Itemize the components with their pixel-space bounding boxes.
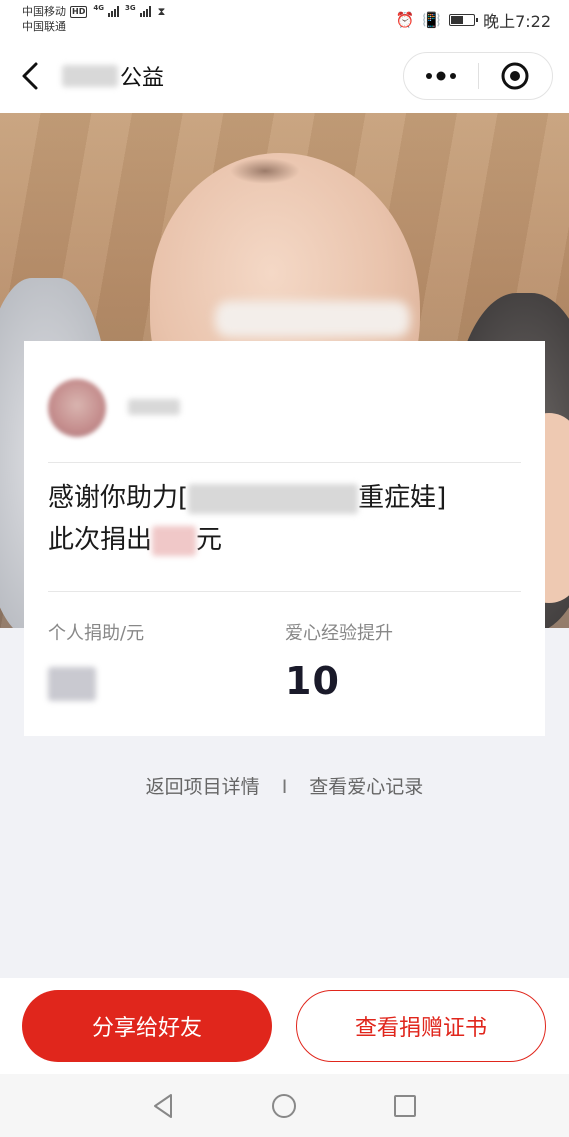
close-mini-program-button[interactable]	[479, 53, 553, 99]
battery-level	[451, 16, 464, 24]
donation-suffix: 元	[196, 525, 223, 555]
hd-badge: HD	[70, 5, 88, 18]
love-exp-value: 10	[285, 659, 340, 703]
redacted-project-name	[188, 483, 359, 514]
page-title-suffix: 公益	[120, 66, 165, 91]
status-bar: 中国移动 HD 4G 3G ⧗ 中国联通 ⏰ 📳 晚上7:22	[0, 0, 569, 40]
back-triangle-icon[interactable]	[149, 1092, 177, 1120]
divider	[48, 462, 521, 463]
carrier-2-name: 中国联通	[22, 20, 66, 33]
nav-bar: 公益	[0, 40, 569, 113]
clock: 晚上7:22	[483, 12, 551, 31]
signal-icon	[139, 6, 151, 17]
more-menu-button[interactable]	[404, 53, 478, 99]
redacted-amount	[152, 525, 197, 556]
network-type-1: 4G	[93, 4, 104, 12]
view-certificate-button[interactable]: 查看捐赠证书	[296, 990, 546, 1062]
hourglass-icon: ⧗	[157, 5, 166, 18]
target-circle-icon	[501, 62, 529, 90]
divider	[48, 591, 521, 592]
more-dots-icon	[425, 71, 456, 81]
network-type-2: 3G	[124, 4, 136, 12]
home-circle-icon[interactable]	[270, 1092, 298, 1120]
vibrate-icon: 📳	[422, 11, 442, 29]
page-title: 公益	[62, 60, 164, 92]
donation-prefix: 此次捐出	[48, 525, 153, 555]
thanks-message: 感谢你助力[ 重症娃] 此次捐出 元	[48, 477, 518, 561]
battery-icon	[449, 14, 479, 26]
alarm-icon: ⏰	[395, 11, 415, 29]
eye-redaction	[215, 301, 410, 337]
action-bar: 分享给好友 查看捐赠证书	[0, 978, 569, 1074]
avatar	[48, 379, 106, 437]
redacted-title	[62, 65, 118, 87]
share-button[interactable]: 分享给好友	[22, 990, 272, 1062]
back-arrow-icon[interactable]	[18, 58, 46, 94]
link-separator: I	[281, 776, 288, 798]
system-nav-bar	[0, 1074, 569, 1137]
love-exp-label: 爱心经验提升	[285, 623, 393, 644]
signal-icon	[107, 6, 119, 17]
thanks-prefix: 感谢你助力[	[48, 483, 189, 513]
carrier-1-name: 中国移动	[22, 5, 66, 18]
mini-program-capsule	[403, 52, 553, 100]
back-to-project-link[interactable]: 返回项目详情	[146, 776, 260, 798]
donation-card: 感谢你助力[ 重症娃] 此次捐出 元 个人捐助/元 爱心经验提升 10	[24, 341, 545, 736]
recents-square-icon[interactable]	[391, 1092, 419, 1120]
personal-donation-label: 个人捐助/元	[48, 623, 145, 644]
thanks-suffix: 重症娃]	[358, 483, 447, 513]
redacted-username	[128, 399, 180, 415]
view-love-records-link[interactable]: 查看爱心记录	[309, 776, 423, 798]
footer-links: 返回项目详情 I 查看爱心记录	[0, 772, 569, 799]
redacted-personal-donation	[48, 667, 96, 701]
carrier-info: 中国移动 HD 4G 3G ⧗ 中国联通	[22, 4, 165, 34]
